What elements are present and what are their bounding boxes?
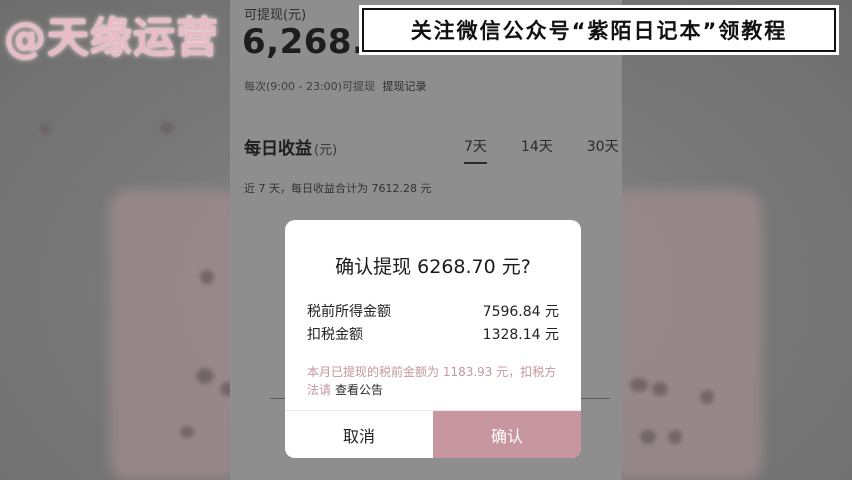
period-tabs: 7天 14天 30天 bbox=[464, 136, 619, 164]
tab-30-days[interactable]: 30天 bbox=[587, 136, 619, 164]
daily-earnings-title: 每日收益 (元) bbox=[244, 134, 337, 159]
tax-note: 本月已提现的税前金额为 1183.93 元，扣税方法请 查看公告 bbox=[307, 363, 559, 399]
dialog-buttons: 取消 确认 bbox=[285, 410, 581, 458]
pretax-amount-value: 7596.84 元 bbox=[482, 304, 559, 320]
tab-14-days[interactable]: 14天 bbox=[521, 136, 553, 164]
balance-label: 可提现(元) bbox=[244, 8, 307, 23]
tax-amount-value: 1328.14 元 bbox=[482, 327, 559, 343]
view-announcement-link[interactable]: 查看公告 bbox=[335, 383, 383, 397]
blurred-dot bbox=[640, 430, 656, 444]
blurred-dot bbox=[200, 270, 214, 284]
withdraw-note-text: 每次(9:00 - 23:00)可提现 bbox=[244, 80, 375, 93]
tab-7-days[interactable]: 7天 bbox=[464, 136, 487, 164]
watermark-text: @天缘运营 bbox=[4, 13, 220, 62]
tax-amount-row: 扣税金额 1328.14 元 bbox=[307, 324, 559, 344]
blurred-dot bbox=[180, 426, 194, 438]
blurred-dot bbox=[668, 430, 682, 444]
daily-earnings-label: 每日收益 bbox=[244, 139, 312, 159]
pretax-amount-label: 税前所得金额 bbox=[307, 304, 391, 320]
withdraw-history-link[interactable]: 提现记录 bbox=[382, 80, 426, 93]
blurred-dot bbox=[630, 378, 648, 392]
blurred-card-left bbox=[110, 190, 240, 480]
daily-earnings-unit: (元) bbox=[314, 143, 338, 158]
dialog-title: 确认提现 6268.70 元? bbox=[335, 256, 531, 278]
blurred-dot bbox=[196, 368, 214, 384]
pretax-amount-row: 税前所得金额 7596.84 元 bbox=[307, 301, 559, 321]
tax-amount-label: 扣税金额 bbox=[307, 327, 363, 343]
blurred-dot bbox=[160, 122, 174, 134]
account-watermark-logo: @天缘运营 bbox=[4, 4, 219, 65]
withdraw-note: 每次(9:00 - 23:00)可提现 提现记录 bbox=[244, 78, 426, 94]
promo-banner: 关注微信公众号“紫陌日记本”领教程 bbox=[362, 8, 836, 52]
blurred-dot bbox=[40, 124, 50, 134]
withdraw-confirm-dialog: 确认提现 6268.70 元? 税前所得金额 7596.84 元 扣税金额 13… bbox=[285, 220, 581, 458]
blurred-dot bbox=[652, 382, 668, 396]
confirm-button[interactable]: 确认 bbox=[433, 411, 581, 458]
blurred-card-right bbox=[612, 190, 762, 480]
blurred-dot bbox=[700, 390, 714, 404]
cancel-button[interactable]: 取消 bbox=[285, 411, 433, 458]
earnings-summary: 近 7 天，每日收益合计为 7612.28 元 bbox=[244, 182, 432, 195]
